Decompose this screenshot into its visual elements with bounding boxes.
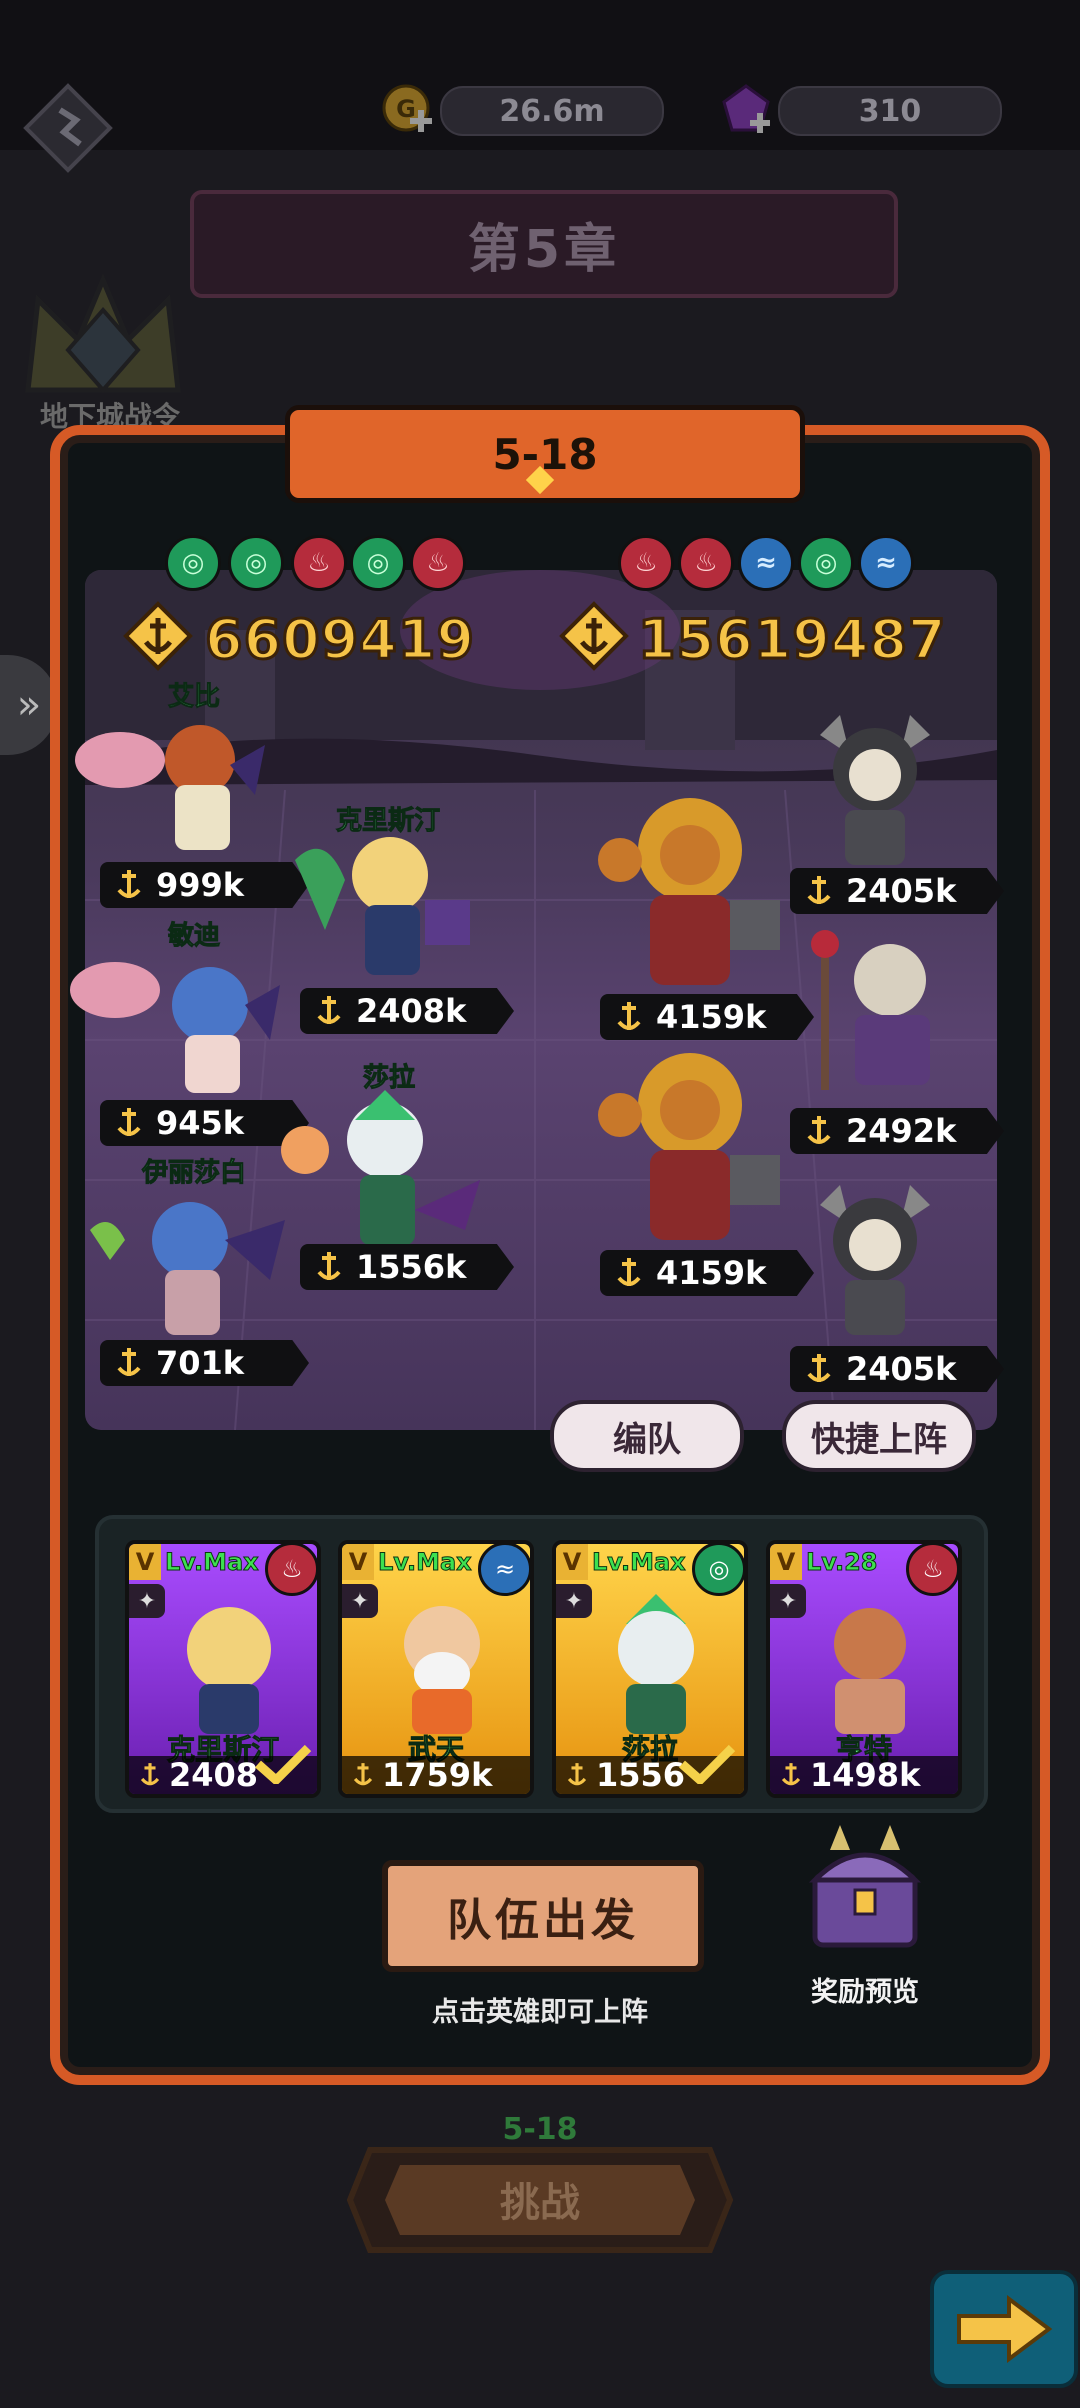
enemy-sprite[interactable] (790, 1185, 960, 1335)
fire-element-icon: ♨ (906, 1544, 958, 1596)
chapter-banner: 第5章 (190, 190, 898, 298)
hero-sprite[interactable] (265, 820, 480, 980)
unit-power: 1556k (356, 1248, 467, 1286)
quick-deploy-button[interactable]: 快捷上阵 (782, 1400, 976, 1472)
anchor-power-icon (122, 600, 194, 672)
unit-power-pill: 2408k (300, 988, 514, 1034)
unit-power: 945k (156, 1104, 245, 1142)
hero-sprite[interactable] (80, 1190, 290, 1340)
level-tag: V Lv.Max (129, 1544, 259, 1580)
challenge-button[interactable]: 挑战 (340, 2140, 740, 2260)
level-tag: V Lv.Max (556, 1544, 686, 1580)
gold-coin-icon: G (380, 82, 436, 138)
enemy-sprite[interactable] (795, 930, 965, 1090)
enemy-sprite[interactable] (590, 1045, 790, 1245)
level-tag: V Lv.28 (770, 1544, 878, 1580)
team-go-label: 队伍出发 (447, 1895, 639, 1946)
hero-card[interactable]: V Lv.Max ≈ ✦ 武天 1759k (338, 1540, 534, 1798)
unit-power: 701k (156, 1344, 245, 1382)
hero-card-power-value: 1556 (596, 1756, 686, 1794)
unit-power: 4159k (656, 1254, 767, 1292)
unit-power-pill: 1556k (300, 1244, 514, 1290)
wind-element-icon: ◎ (228, 535, 284, 591)
fire-element-icon: ♨ (618, 535, 674, 591)
unit-power: 2405k (846, 1350, 957, 1388)
hero-card-power-value: 1498k (810, 1756, 921, 1794)
hero-sprite[interactable] (275, 1090, 485, 1250)
wind-element-icon: ◎ (692, 1544, 744, 1596)
hero-card[interactable]: V Lv.Max ◎ ✦ 莎拉 1556 (552, 1540, 748, 1798)
hero-sprite[interactable] (45, 945, 285, 1095)
next-arrow-button[interactable] (930, 2270, 1078, 2388)
anchor-power-icon (558, 600, 630, 672)
check-icon (255, 1744, 312, 1784)
arrow-right-icon (957, 2295, 1053, 2363)
fire-element-icon: ♨ (265, 1544, 317, 1596)
check-icon (679, 1744, 736, 1784)
fire-element-icon: ♨ (410, 535, 466, 591)
chevron-right-icon: » (16, 682, 42, 728)
chapter-title: 第5章 (467, 219, 621, 280)
wind-element-icon: ◎ (165, 535, 221, 591)
hero-sprite[interactable] (60, 705, 270, 855)
treasure-chest-icon[interactable] (800, 1820, 930, 1960)
hero-card-power-value: 1759k (382, 1756, 493, 1794)
team-go-button[interactable]: 队伍出发 (382, 1860, 704, 1972)
fire-element-icon: ♨ (291, 535, 347, 591)
hero-card-power-value: 2408 (169, 1756, 259, 1794)
formation-label: 编队 (613, 1419, 681, 1460)
hero-card-power: 1759k (342, 1756, 530, 1794)
challenge-label: 挑战 (500, 2180, 580, 2226)
gold-amount: 26.6m (440, 86, 664, 136)
reward-preview-label[interactable]: 奖励预览 (790, 1970, 940, 2009)
gem-icon (718, 82, 774, 138)
formation-button[interactable]: 编队 (550, 1400, 744, 1472)
menu-diamond-icon[interactable] (20, 80, 116, 176)
unit-power: 2408k (356, 992, 467, 1030)
enemy-power-pill: 2405k (790, 1346, 1004, 1392)
unit-power: 2492k (846, 1112, 957, 1150)
level-tag: V Lv.Max (342, 1544, 472, 1580)
unit-power: 999k (156, 866, 245, 904)
hero-card[interactable]: V Lv.Max ♨ ✦ 克里斯汀 2408 (125, 1540, 321, 1798)
unit-power-pill: 701k (100, 1340, 309, 1386)
water-element-icon: ≈ (478, 1544, 530, 1596)
quick-deploy-label: 快捷上阵 (811, 1419, 947, 1460)
water-element-icon: ≈ (858, 535, 914, 591)
enemy-power-pill: 4159k (600, 1250, 814, 1296)
enemy-sprite[interactable] (590, 790, 790, 990)
deploy-hint: 点击英雄即可上阵 (432, 1997, 648, 2028)
gem-amount: 310 (778, 86, 1002, 136)
wind-element-icon: ◎ (350, 535, 406, 591)
hero-card-power: 1498k (770, 1756, 958, 1794)
unit-power: 2405k (846, 872, 957, 910)
hero-name: 伊丽莎白 (141, 1158, 247, 1189)
unit-power: 4159k (656, 998, 767, 1036)
enemy-power-pill: 2492k (790, 1108, 1004, 1154)
enemy-power-pill: 4159k (600, 994, 814, 1040)
wind-element-icon: ◎ (798, 535, 854, 591)
fire-element-icon: ♨ (678, 535, 734, 591)
enemy-sprite[interactable] (790, 715, 960, 865)
water-element-icon: ≈ (738, 535, 794, 591)
enemy-power-pill: 2405k (790, 868, 1004, 914)
player-team-power: 6609419 (203, 607, 476, 673)
hero-card[interactable]: V Lv.28 ♨ ✦ 亨特 1498k (766, 1540, 962, 1798)
enemy-team-power: 15619487 (637, 607, 948, 673)
hero-name: 莎拉 (362, 1063, 416, 1094)
